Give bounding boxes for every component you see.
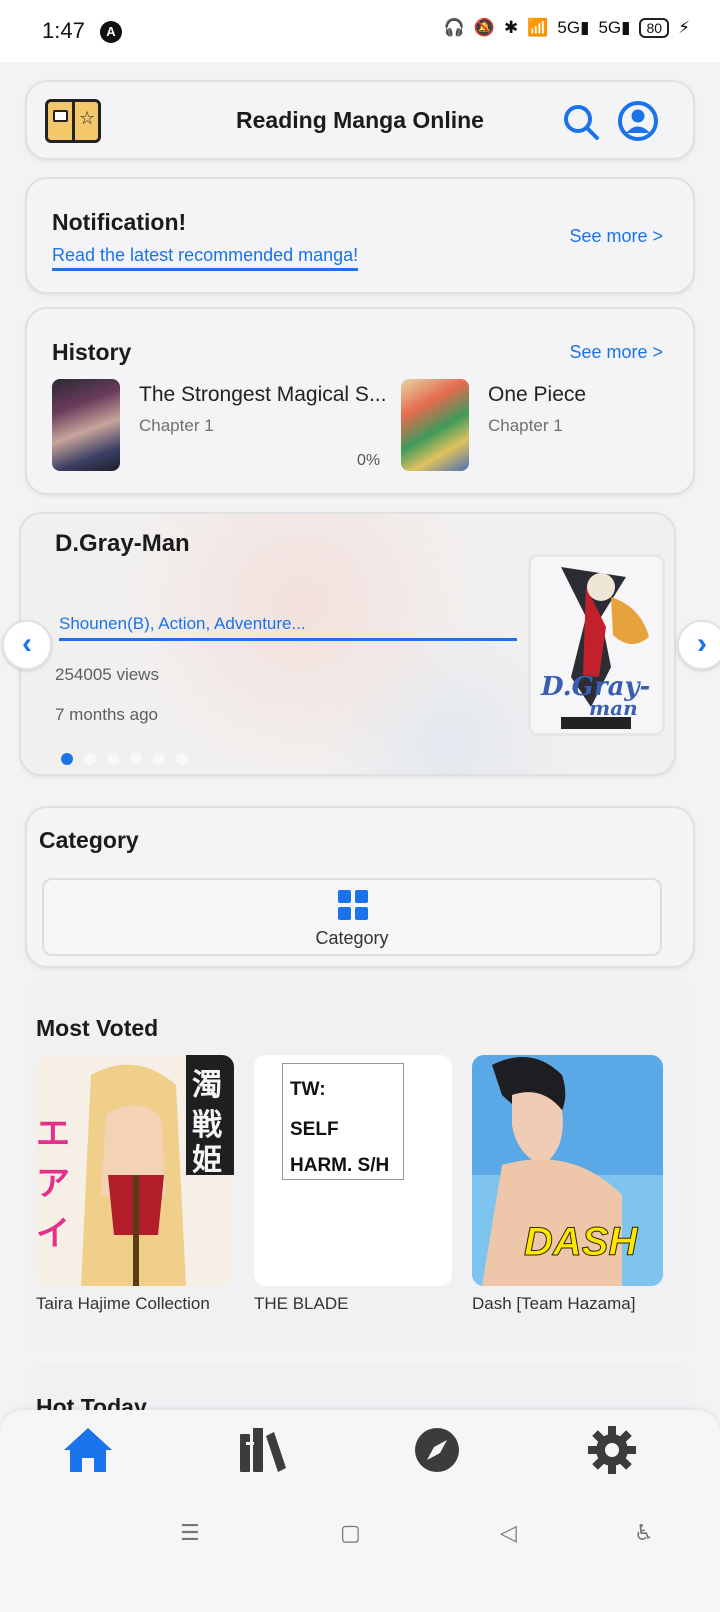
- charging-icon: ⚡: [678, 18, 690, 37]
- cover-text-line: HARM. S/H: [290, 1155, 390, 1176]
- mute-icon: 🔕: [473, 18, 495, 37]
- svg-text:エ: エ: [36, 1114, 70, 1154]
- svg-text:戦: 戦: [192, 1108, 222, 1143]
- status-icons: 🎧 🔕 ✱ 📶 5G▮ 5G▮ 80 ⚡: [444, 18, 690, 38]
- wifi-icon: 📶: [527, 18, 549, 37]
- svg-text:姫: 姫: [192, 1143, 222, 1178]
- category-button-label: Category: [315, 928, 389, 948]
- home-icon[interactable]: [60, 1422, 116, 1478]
- manga-card-title: Dash [Team Hazama]: [472, 1294, 636, 1313]
- signal-icon-1: 5G▮: [557, 18, 590, 37]
- status-time: 1:47: [42, 18, 85, 43]
- manga-card[interactable]: DASH Dash [Team Hazama]: [472, 1055, 670, 1314]
- manga-card[interactable]: TW: SELF HARM. S/H THE BLADE: [254, 1055, 452, 1314]
- history-item-title: The Strongest Magical S...: [139, 383, 387, 406]
- settings-gear-icon[interactable]: [584, 1422, 640, 1478]
- manga-cover-image: エ ア イ 濁 戦 姫: [36, 1055, 234, 1286]
- featured-genres[interactable]: Shounen(B), Action, Adventure...: [59, 614, 517, 641]
- manga-card[interactable]: エ ア イ 濁 戦 姫 Taira Hajime Collection: [36, 1055, 234, 1314]
- carousel-dot[interactable]: [153, 753, 165, 765]
- cover-text-line: SELF: [290, 1119, 339, 1140]
- featured-carousel[interactable]: D.Gray-Man Shounen(B), Action, Adventure…: [19, 512, 676, 776]
- carousel-prev-button[interactable]: ‹: [2, 620, 52, 670]
- explore-compass-icon[interactable]: [409, 1422, 465, 1478]
- history-item-chapter: Chapter 1: [488, 416, 563, 435]
- carousel-pagination: [61, 753, 188, 765]
- svg-text:ア: ア: [36, 1164, 70, 1204]
- history-see-more-link[interactable]: See more >: [569, 342, 663, 363]
- notification-card: Notification! Read the latest recommende…: [25, 177, 695, 294]
- history-card: History See more > The Strongest Magical…: [25, 307, 695, 495]
- manga-card-title: THE BLADE: [254, 1294, 349, 1313]
- carousel-dot[interactable]: [107, 753, 119, 765]
- notification-app-icon: A: [100, 21, 122, 43]
- svg-text:濁: 濁: [192, 1068, 222, 1103]
- search-icon[interactable]: [561, 102, 601, 142]
- app-header: ☆ Reading Manga Online: [25, 80, 695, 160]
- manga-cover-image: DASH: [472, 1055, 663, 1286]
- bottom-navigation: ☰ ▢ ◁ ♿: [0, 1410, 720, 1612]
- category-heading: Category: [39, 827, 139, 853]
- bluetooth-icon: ✱: [503, 18, 519, 37]
- manga-card-title: Taira Hajime Collection: [36, 1294, 210, 1313]
- most-voted-heading: Most Voted: [36, 1015, 159, 1041]
- category-button[interactable]: Category: [42, 878, 662, 956]
- manga-cover-image: TW: SELF HARM. S/H: [254, 1055, 452, 1286]
- carousel-dot-active[interactable]: [61, 753, 73, 765]
- most-voted-section: Most Voted エ ア イ 濁 戦 姫 Taira Hajime Coll…: [25, 982, 695, 1352]
- system-navigation-bar: ☰ ▢ ◁ ♿: [0, 1510, 720, 1570]
- manga-thumbnail: [401, 379, 469, 471]
- signal-icon-2: 5G▮: [598, 18, 631, 37]
- category-card: Category Category: [25, 806, 695, 968]
- carousel-next-button[interactable]: ›: [677, 620, 720, 670]
- notification-link[interactable]: Read the latest recommended manga!: [52, 245, 359, 271]
- user-profile-icon[interactable]: [617, 100, 659, 142]
- history-heading: History: [52, 339, 132, 365]
- history-item-title: One Piece: [488, 383, 587, 406]
- featured-updated: 7 months ago: [55, 705, 159, 724]
- home-square-icon[interactable]: ▢: [340, 1520, 361, 1546]
- library-icon[interactable]: [234, 1422, 290, 1478]
- svg-text:man: man: [589, 696, 638, 720]
- recents-menu-icon[interactable]: ☰: [180, 1520, 200, 1546]
- cover-logo-text: DASH: [524, 1220, 638, 1264]
- grid-icon: [338, 890, 368, 920]
- status-bar: 1:47 A 🎧 🔕 ✱ 📶 5G▮ 5G▮ 80 ⚡: [0, 0, 720, 62]
- featured-cover-image[interactable]: D.Gray- man: [528, 554, 665, 736]
- history-item-chapter: Chapter 1: [139, 416, 214, 435]
- notification-heading: Notification!: [52, 209, 187, 235]
- headphones-icon: 🎧: [443, 18, 465, 37]
- back-triangle-icon[interactable]: ◁: [500, 1520, 517, 1546]
- carousel-dot[interactable]: [130, 753, 142, 765]
- carousel-dot[interactable]: [84, 753, 96, 765]
- manga-thumbnail: [52, 379, 120, 471]
- home-screen: ☆ Reading Manga Online Notification! Rea…: [0, 62, 720, 1462]
- history-item-progress: 0%: [357, 452, 381, 469]
- accessibility-icon[interactable]: ♿: [634, 1520, 654, 1546]
- cover-text-line: TW:: [290, 1079, 326, 1100]
- battery-icon: 80: [639, 18, 670, 38]
- featured-views: 254005 views: [55, 665, 159, 684]
- svg-text:イ: イ: [36, 1214, 70, 1254]
- notification-see-more-link[interactable]: See more >: [569, 226, 663, 247]
- featured-title: D.Gray-Man: [55, 530, 190, 557]
- carousel-dot[interactable]: [176, 753, 188, 765]
